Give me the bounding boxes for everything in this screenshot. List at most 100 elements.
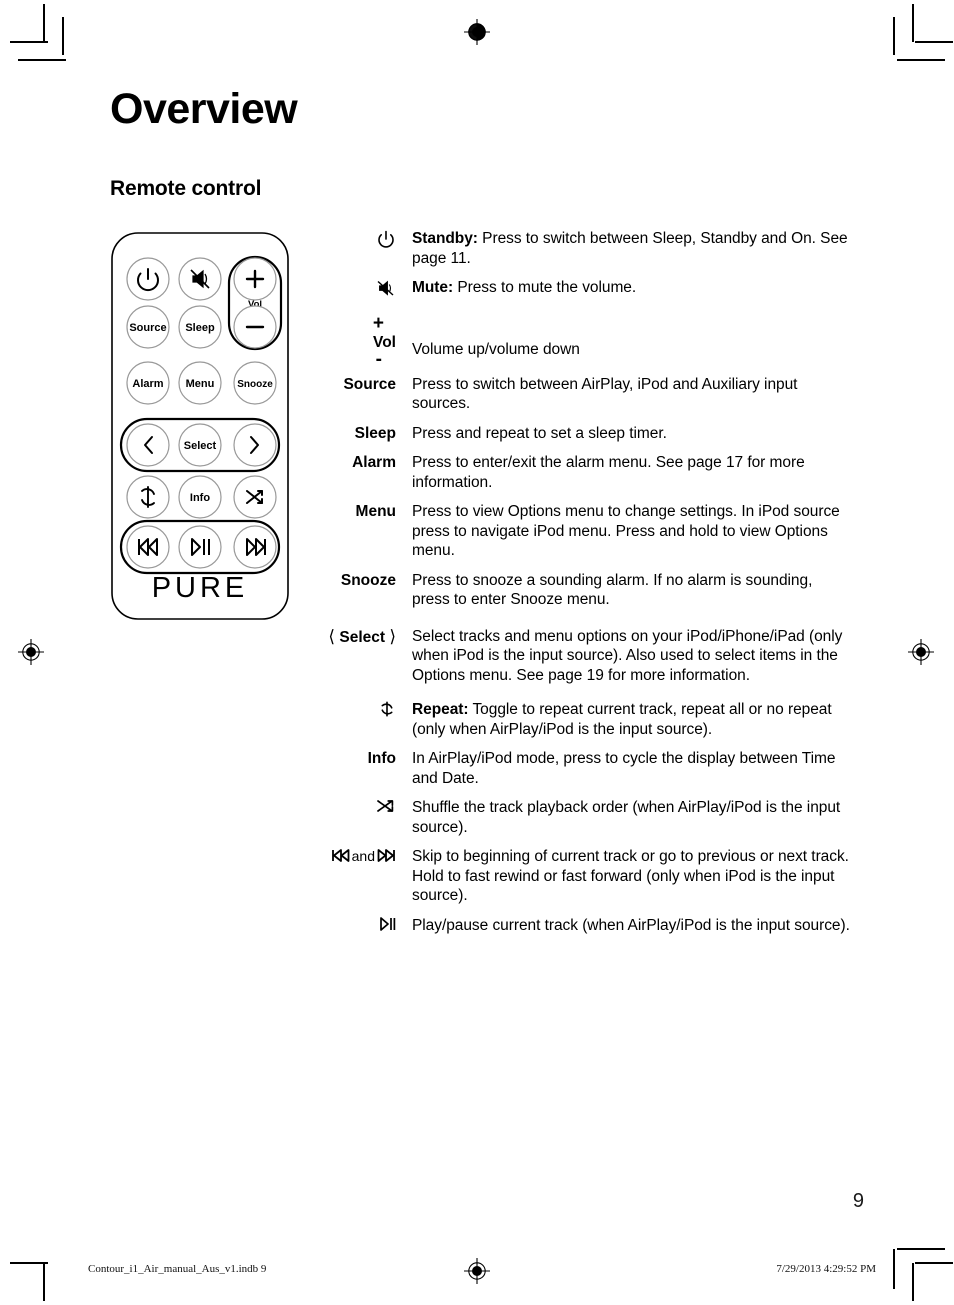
page-number: 9 <box>852 1190 864 1212</box>
remote-btn-right <box>233 423 277 467</box>
row-desc-skip: Skip to beginning of current track or go… <box>412 848 849 904</box>
mute-icon <box>377 280 394 296</box>
table-row-sleep: Sleep Press and repeat to set a sleep ti… <box>316 424 850 444</box>
crop-mark-bottom-right-h <box>915 1262 953 1264</box>
row-lead-repeat: Repeat: <box>412 701 469 718</box>
footer-filename: Contour_i1_Air_manual_Aus_v1.indb 9 <box>88 1263 267 1275</box>
table-row-repeat: Repeat: Toggle to repeat current track, … <box>316 700 850 739</box>
table-row-shuffle: Shuffle the track playback order (when A… <box>316 798 850 837</box>
row-desc-select: Select tracks and menu options on your i… <box>412 627 843 684</box>
crop-mark-bottom-right-h2 <box>897 1248 945 1250</box>
row-lead-standby: Standby: <box>412 230 478 247</box>
crop-mark-top-right-v <box>912 4 914 42</box>
crop-mark-top-right-h2 <box>897 59 945 61</box>
volume-minus-label: - <box>375 348 382 370</box>
row-desc-sleep: Press and repeat to set a sleep timer. <box>412 424 667 442</box>
crop-mark-bottom-left-v <box>43 1263 45 1301</box>
row-key-snooze: Snooze <box>340 571 396 589</box>
remote-btn-left <box>126 423 170 467</box>
skip-conjunction: and <box>351 848 375 864</box>
table-row-playpause: Play/pause current track (when AirPlay/i… <box>316 916 850 936</box>
svg-text:Info: Info <box>190 492 210 504</box>
registration-mark-right <box>908 639 934 665</box>
row-desc-volume: Volume up/volume down <box>412 340 580 358</box>
row-key-info: Info <box>367 750 396 767</box>
row-key-alarm: Alarm <box>352 454 396 471</box>
volume-plus-label: + <box>372 312 384 334</box>
table-row-alarm: Alarm Press to enter/exit the alarm menu… <box>316 453 850 492</box>
row-desc-alarm: Press to enter/exit the alarm menu. See … <box>412 454 805 491</box>
registration-mark-bottom <box>464 1258 490 1284</box>
crop-mark-bottom-right-v2 <box>893 1249 895 1289</box>
row-desc-standby: Standby: Press to switch between Sleep, … <box>412 229 850 268</box>
remote-illustration: Vol Source Sleep Alarm Menu Snooze Selec… <box>110 225 300 621</box>
section-heading: Remote control <box>110 177 262 200</box>
row-key-volume: + Vol - <box>316 312 412 370</box>
row-text-repeat: Toggle to repeat current track, repeat a… <box>412 701 832 738</box>
row-key-playpause <box>316 916 412 936</box>
table-row-info: Info In AirPlay/iPod mode, press to cycl… <box>316 749 850 788</box>
registration-mark-left <box>18 639 44 665</box>
row-desc-repeat: Repeat: Toggle to repeat current track, … <box>412 700 850 739</box>
table-row-mute: Mute: Press to mute the volume. <box>316 278 850 302</box>
table-row-volume: + Vol - Volume up/volume down <box>316 312 850 370</box>
overview-body: Vol Source Sleep Alarm Menu Snooze Selec… <box>110 225 850 945</box>
volume-label: Vol <box>373 334 396 351</box>
row-desc-shuffle: Shuffle the track playback order (when A… <box>412 799 841 836</box>
table-row-source: Source Press to switch between AirPlay, … <box>316 375 850 414</box>
skip-key-group: and <box>331 848 396 865</box>
crop-mark-top-left-h <box>10 41 48 43</box>
row-key-shuffle <box>316 798 412 818</box>
page-content: Overview Remote control Vol Source Sleep… <box>110 88 850 945</box>
select-label: Select <box>339 628 386 646</box>
remote-function-table: Standby: Press to switch between Sleep, … <box>300 225 850 945</box>
row-key-source: Source <box>343 375 396 393</box>
shuffle-icon <box>377 800 394 812</box>
row-desc-playpause: Play/pause current track (when AirPlay/i… <box>412 916 850 934</box>
row-key-select: ⟨ Select ⟩ <box>316 627 412 648</box>
svg-text:Menu: Menu <box>186 378 215 390</box>
row-key-standby <box>316 229 412 253</box>
svg-text:Sleep: Sleep <box>185 322 215 334</box>
row-key-mute <box>316 278 412 302</box>
registration-mark-top <box>464 19 490 45</box>
play-pause-icon <box>380 916 396 931</box>
row-desc-source: Press to switch between AirPlay, iPod an… <box>412 375 798 413</box>
chevron-left-icon: ⟨ <box>328 626 336 646</box>
footer-timestamp: 7/29/2013 4:29:52 PM <box>776 1263 876 1275</box>
row-lead-mute: Mute: <box>412 279 454 296</box>
crop-mark-top-right-h <box>915 41 953 43</box>
svg-text:Snooze: Snooze <box>237 379 273 390</box>
crop-mark-bottom-right-v <box>912 1263 914 1301</box>
row-desc-info: In AirPlay/iPod mode, press to cycle the… <box>412 750 836 787</box>
row-desc-snooze: Press to snooze a sounding alarm. If no … <box>412 571 813 609</box>
crop-mark-top-left-v2 <box>62 17 64 55</box>
crop-mark-top-left-v <box>43 4 45 42</box>
svg-text:Source: Source <box>129 322 166 334</box>
skip-forward-icon <box>377 849 395 862</box>
page-title: Overview <box>110 85 298 133</box>
pure-logo: PURE <box>152 572 249 604</box>
crop-mark-top-left-h2 <box>18 59 66 61</box>
power-icon <box>378 230 394 248</box>
remote-control-diagram: Vol Source Sleep Alarm Menu Snooze Selec… <box>111 232 289 620</box>
chevron-right-icon: ⟩ <box>389 626 396 646</box>
row-key-repeat <box>316 700 412 722</box>
crop-mark-bottom-left-h <box>10 1262 48 1264</box>
row-desc-mute: Mute: Press to mute the volume. <box>412 278 850 298</box>
repeat-icon <box>381 701 393 717</box>
table-row-menu: Menu Press to view Options menu to chang… <box>316 502 850 561</box>
row-key-skip: and <box>316 847 412 867</box>
row-desc-menu: Press to view Options menu to change set… <box>412 503 840 559</box>
table-row-select: ⟨ Select ⟩ Select tracks and menu option… <box>316 627 850 686</box>
skip-back-icon <box>331 849 350 862</box>
svg-text:Alarm: Alarm <box>132 378 163 390</box>
row-key-menu: Menu <box>355 503 396 520</box>
table-row-standby: Standby: Press to switch between Sleep, … <box>316 229 850 268</box>
table-row-snooze: Snooze Press to snooze a sounding alarm.… <box>316 571 850 610</box>
row-key-sleep: Sleep <box>354 424 396 442</box>
row-text-standby: Press to switch between Sleep, Standby a… <box>412 230 848 267</box>
svg-text:Select: Select <box>184 440 217 452</box>
table-row-skip: and Skip to beginning of current track o… <box>316 847 850 906</box>
row-text-mute: Press to mute the volume. <box>453 279 637 296</box>
